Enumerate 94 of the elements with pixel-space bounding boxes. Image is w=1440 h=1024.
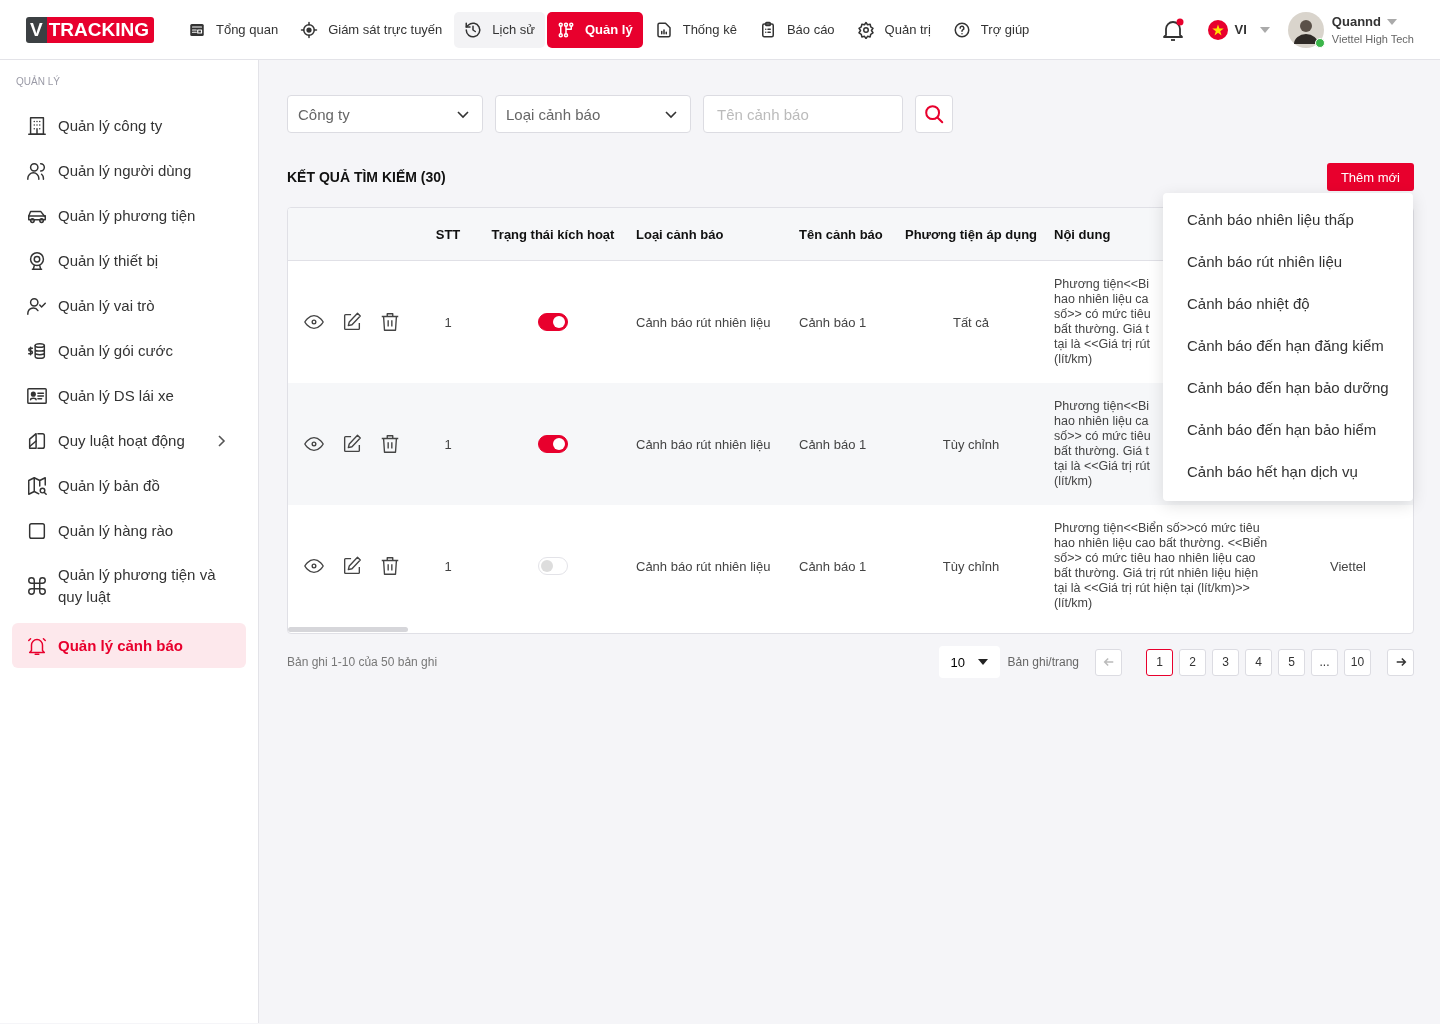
help-icon (952, 20, 971, 39)
page-button[interactable]: 2 (1179, 648, 1206, 676)
chevron-down-icon (456, 109, 470, 119)
arrow-right-icon (1394, 656, 1407, 668)
page-button[interactable]: 4 (1245, 648, 1272, 676)
user-avatar[interactable] (1287, 11, 1324, 48)
page-button[interactable]: 10 (1344, 648, 1371, 676)
settings-icon (856, 20, 875, 39)
table-cell: Phương tiện<<Biển số>>có mức tiêu hao nhiên liệu cao bất thường. <<Biển số>> có mức tiêu hao nhiên liệu cao bất thường. Giá trị rút nhiên liệu hiện tại là <<Giá trị rút hiện tại (lít/km)>> (lít/km) (1054, 521, 1268, 611)
table-cell-text: Cảnh báo rút nhiên liệu (635, 314, 772, 330)
sidebar-item[interactable]: Quản lý cảnh báo (12, 623, 246, 668)
page-button[interactable]: ... (1311, 648, 1338, 676)
table-cell-text: Tùy chỉnh (941, 558, 1001, 574)
command-icon (26, 575, 48, 597)
table-cell: Phương tiện<<Bi hao nhiên liệu ca số>> có mức tiêu bất thường. Giá t tại là <<Giá trị rút (lít/km) (1054, 277, 1151, 367)
next-page-button[interactable] (1387, 648, 1414, 676)
search-button[interactable] (915, 95, 953, 133)
edit-icon[interactable] (341, 433, 363, 455)
sidebar-item[interactable]: Quản lý bản đồ (12, 463, 246, 508)
table-cell: Phương tiện<<Bi hao nhiên liệu ca số>> có mức tiêu bất thường. Giá t tại là <<Giá trị rút (lít/km) (1054, 399, 1151, 489)
page-button[interactable]: 5 (1278, 648, 1305, 676)
nav-tab[interactable]: Thống kê (644, 11, 747, 48)
table-cell-text: Tùy chỉnh (941, 436, 1001, 452)
nav-tab[interactable]: Lịch sử (454, 11, 545, 48)
column-header: Nội dung (1053, 226, 1112, 242)
column-header: Tên cảnh báo (798, 226, 884, 242)
nav-tab[interactable]: Tổng quan (177, 11, 289, 48)
alert-type-select[interactable]: Loại cảnh báo (495, 95, 691, 133)
dropdown-option[interactable]: Cảnh báo nhiên liệu thấp (1163, 199, 1413, 241)
add-button[interactable]: Thêm mới (1326, 163, 1414, 191)
column-header: Trạng thái kích hoạt (490, 226, 616, 242)
dropdown-option[interactable]: Cảnh báo đến hạn đăng kiểm (1163, 325, 1413, 367)
alert-name-field[interactable]: Tên cảnh báo (703, 95, 903, 133)
chevron-down-icon (664, 109, 678, 119)
table-cell-text: 1 (443, 314, 453, 330)
history-icon (464, 20, 483, 39)
language-selector[interactable]: VI (1207, 19, 1270, 40)
user-name[interactable]: Quannd (1331, 14, 1381, 29)
table-cell-text: 1 (443, 436, 453, 452)
dropdown-option[interactable]: Cảnh báo hết hạn dịch vụ (1163, 451, 1413, 493)
table-cell-text: Cảnh báo 1 (798, 436, 868, 452)
column-header: STT (434, 226, 462, 242)
flag-icon (1207, 19, 1228, 40)
dropdown-option[interactable]: Cảnh báo nhiệt độ (1163, 283, 1413, 325)
map-icon (26, 474, 48, 497)
arrow-left-icon (1102, 656, 1115, 668)
dropdown-option[interactable]: Cảnh báo đến hạn bảo dưỡng (1163, 367, 1413, 409)
results-title: KẾT QUẢ TÌM KIẾM (30) (287, 169, 446, 185)
edit-icon[interactable] (341, 311, 363, 333)
chart-file-icon (654, 20, 673, 39)
sidebar-item[interactable]: Quản lý gói cước (12, 328, 246, 373)
sidebar-item[interactable]: Quy luật hoạt động (12, 418, 246, 463)
column-header: Loại cảnh báo (635, 226, 725, 242)
target-icon (300, 20, 319, 39)
active-toggle[interactable] (538, 313, 568, 331)
sidebar-item[interactable]: Quản lý DS lái xe (12, 373, 246, 418)
nav-tab[interactable]: Quản trị (846, 11, 941, 48)
company-name: Viettel High Tech (1331, 33, 1414, 45)
nav-tab[interactable]: Quản lý (547, 11, 643, 48)
page-button[interactable]: 1 (1146, 648, 1173, 676)
edit-icon[interactable] (341, 555, 363, 577)
dropdown-option[interactable]: Cảnh báo đến hạn bảo hiểm (1163, 409, 1413, 451)
page-button[interactable]: 3 (1212, 648, 1239, 676)
company-select[interactable]: Công ty (287, 95, 483, 133)
table-cell-text: Cảnh báo rút nhiên liệu (635, 558, 772, 574)
sidebar-item[interactable]: Quản lý phương tiện (12, 193, 246, 238)
sidebar-item[interactable]: Quản lý phương tiện và quy luật (12, 553, 246, 619)
sidebar-item[interactable]: Quản lý vai trò (12, 283, 246, 328)
sidebar-item[interactable]: Quản lý thiết bị (12, 238, 246, 283)
nav-tab[interactable]: Trợ giúp (942, 11, 1040, 48)
active-toggle[interactable] (538, 435, 568, 453)
sidebar-item[interactable]: Quản lý người dùng (12, 148, 246, 193)
delete-icon[interactable] (379, 311, 401, 333)
section-heading: QUẢN LÝ (15, 74, 61, 89)
table-cell-text: Cảnh báo rút nhiên liệu (635, 436, 772, 452)
dropdown-option[interactable]: Cảnh báo rút nhiên liệu (1163, 241, 1413, 283)
sidebar-item[interactable]: Quản lý công ty (12, 103, 246, 148)
table-cell-text: Cảnh báo 1 (798, 314, 868, 330)
nav-tab[interactable]: Giám sát trực tuyến (290, 11, 453, 48)
table-cell-text: Viettel (1329, 558, 1367, 574)
page-size-label: Bản ghi/trang (1007, 655, 1079, 669)
search-icon (923, 103, 945, 125)
table-cell-text: 1 (443, 558, 453, 574)
table-cell-text: Tất cả (951, 314, 991, 330)
table-cell-text: Cảnh báo 1 (798, 558, 868, 574)
nav-tab[interactable]: Báo cáo (748, 11, 845, 48)
nodes-icon (557, 20, 575, 39)
sidebar-item[interactable]: Quản lý hàng rào (12, 508, 246, 553)
column-header: Phương tiện áp dụng (904, 226, 1038, 242)
delete-icon[interactable] (379, 433, 401, 455)
page-size-select[interactable]: 10 (938, 646, 1000, 678)
building-icon (26, 114, 48, 137)
delete-icon[interactable] (379, 555, 401, 577)
records-summary: Bản ghi 1-10 của 50 bản ghi (287, 655, 438, 669)
